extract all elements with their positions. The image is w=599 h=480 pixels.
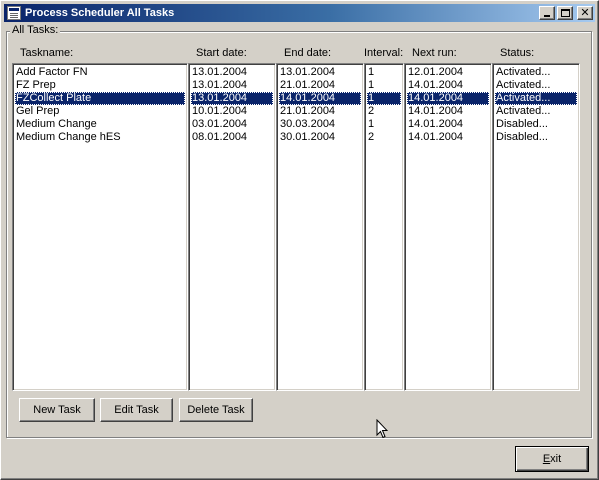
list-item[interactable]: 13.01.2004	[279, 66, 361, 79]
list-item[interactable]: 08.01.2004	[191, 131, 273, 144]
window-title: Process Scheduler All Tasks	[25, 7, 175, 19]
start-date-list[interactable]: 13.01.2004 13.01.2004 13.01.2004 10.01.2004…	[188, 63, 276, 391]
all-tasks-group-label: All Tasks:	[10, 24, 61, 36]
list-item[interactable]: 1	[367, 92, 401, 105]
list-item[interactable]: 21.01.2004	[279, 79, 361, 92]
title-bar[interactable]: Process Scheduler All Tasks ✕	[4, 4, 595, 22]
status-list[interactable]: Activated... Activated... Activated... Acti…	[492, 63, 580, 391]
exit-label: xit	[550, 453, 562, 465]
delete-task-button[interactable]: Delete Task	[179, 398, 253, 422]
list-item[interactable]: 14.01.2004	[407, 105, 489, 118]
list-item[interactable]: 13.01.2004	[191, 79, 273, 92]
app-icon[interactable]	[7, 6, 21, 20]
list-item[interactable]: Gel Prep	[15, 105, 185, 118]
list-item[interactable]: Activated...	[495, 105, 577, 118]
close-button[interactable]: ✕	[577, 6, 593, 20]
list-item[interactable]: Activated...	[495, 92, 577, 105]
edit-task-button[interactable]: Edit Task	[100, 398, 173, 422]
list-item[interactable]: 1	[367, 66, 401, 79]
column-header-end-date: End date:	[284, 47, 332, 59]
list-item[interactable]: 1	[367, 79, 401, 92]
list-item[interactable]: 1	[367, 118, 401, 131]
column-header-next-run: Next run:	[412, 47, 457, 59]
list-item[interactable]: 13.01.2004	[191, 92, 273, 105]
list-item[interactable]: 21.01.2004	[279, 105, 361, 118]
list-item[interactable]: 14.01.2004	[407, 92, 489, 105]
minimize-button[interactable]	[539, 6, 555, 20]
list-item[interactable]: Add Factor FN	[15, 66, 185, 79]
list-item[interactable]: 30.01.2004	[279, 131, 361, 144]
column-header-start-date: Start date:	[196, 47, 247, 59]
list-item[interactable]: Activated...	[495, 79, 577, 92]
list-item[interactable]: 2	[367, 131, 401, 144]
list-item[interactable]: 13.01.2004	[191, 66, 273, 79]
list-item[interactable]: 2	[367, 105, 401, 118]
list-item[interactable]: 14.01.2004	[407, 131, 489, 144]
column-header-status: Status:	[500, 47, 535, 59]
end-date-list[interactable]: 13.01.2004 21.01.2004 14.01.2004 21.01.2004…	[276, 63, 364, 391]
minimize-icon	[544, 15, 550, 17]
list-item[interactable]: 03.01.2004	[191, 118, 273, 131]
exit-accelerator: E	[542, 453, 551, 465]
list-item[interactable]: 14.01.2004	[407, 79, 489, 92]
maximize-icon	[561, 9, 570, 17]
list-item[interactable]: 30.03.2004	[279, 118, 361, 131]
exit-button[interactable]: Exit	[515, 446, 589, 472]
list-item[interactable]: 14.01.2004	[279, 92, 361, 105]
list-item[interactable]: Medium Change hES	[15, 131, 185, 144]
list-item[interactable]: FZ Prep	[15, 79, 185, 92]
list-item[interactable]: Activated...	[495, 66, 577, 79]
list-item[interactable]: 10.01.2004	[191, 105, 273, 118]
column-header-interval: Interval:	[364, 47, 404, 59]
list-item[interactable]: 14.01.2004	[407, 118, 489, 131]
close-icon: ✕	[580, 6, 590, 19]
maximize-button[interactable]	[557, 6, 573, 20]
list-item[interactable]: Medium Change	[15, 118, 185, 131]
list-item[interactable]: Disabled...	[495, 118, 577, 131]
list-item[interactable]: Disabled...	[495, 131, 577, 144]
new-task-button[interactable]: New Task	[19, 398, 95, 422]
list-item[interactable]: 12.01.2004	[407, 66, 489, 79]
taskname-list[interactable]: Add Factor FN FZ Prep FZCollect Plate Gel P…	[12, 63, 188, 391]
list-item[interactable]: FZCollect Plate	[15, 92, 185, 105]
column-header-taskname: Taskname:	[20, 47, 74, 59]
interval-list[interactable]: 111212	[364, 63, 404, 391]
next-run-list[interactable]: 12.01.2004 14.01.2004 14.01.2004 14.01.2004…	[404, 63, 492, 391]
mouse-cursor-icon	[376, 419, 388, 439]
